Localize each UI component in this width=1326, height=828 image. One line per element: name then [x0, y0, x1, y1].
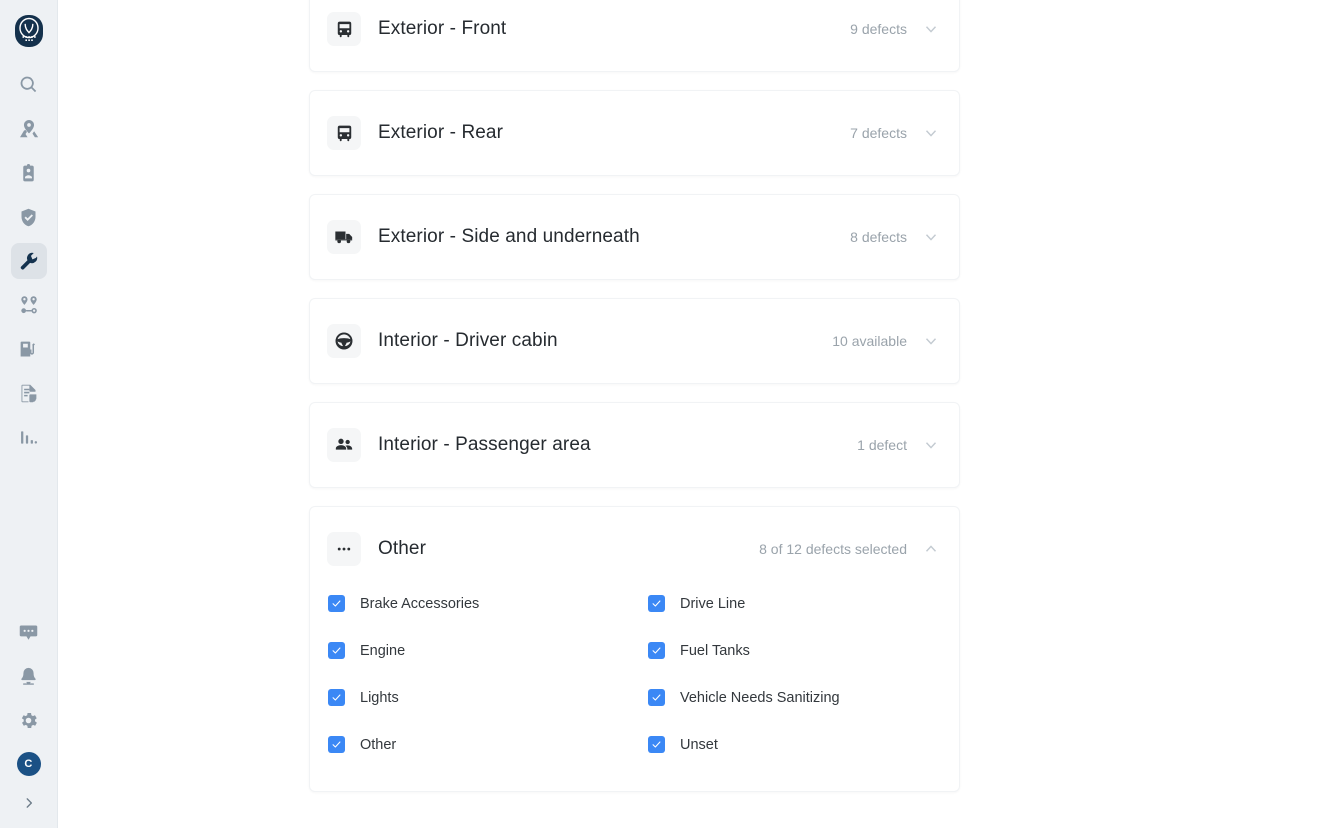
chevron-right-icon: [22, 796, 36, 815]
defect-card-title: Interior - Driver cabin: [378, 330, 558, 351]
defect-option-other[interactable]: Other: [328, 732, 648, 757]
defect-option-label: Lights: [360, 689, 399, 706]
defect-category-list: Exterior - Front 9 defects Exterior - Re…: [309, 0, 960, 792]
people-icon: [327, 428, 361, 462]
document-icon: [18, 383, 39, 404]
defect-card-other: Other 8 of 12 defects selected Brake Acc…: [309, 506, 960, 792]
defect-card-interior-driver-cabin: Interior - Driver cabin 10 available: [309, 298, 960, 384]
defect-option-label: Drive Line: [680, 595, 746, 612]
chevron-down-icon[interactable]: [921, 19, 941, 39]
sidebar-item-documents[interactable]: [11, 375, 47, 411]
defect-card-meta: 7 defects: [850, 125, 907, 141]
defect-card-header[interactable]: Interior - Passenger area 1 defect: [310, 403, 959, 487]
defect-card-title: Other: [378, 538, 427, 559]
bus-front-icon: [327, 116, 361, 150]
truck-side-icon: [327, 220, 361, 254]
sidebar-item-map[interactable]: [11, 111, 47, 147]
sidebar-item-settings[interactable]: [11, 702, 47, 738]
defect-card-header[interactable]: Exterior - Front 9 defects: [310, 0, 959, 71]
defect-card-meta: 1 defect: [857, 437, 907, 453]
bell-icon: [18, 666, 39, 687]
map-pin-icon: [18, 118, 40, 140]
bus-front-icon: [327, 12, 361, 46]
wrench-icon: [18, 251, 39, 272]
defect-card-title: Exterior - Side and underneath: [378, 226, 640, 247]
sidebar-item-reports[interactable]: [11, 419, 47, 455]
defect-card-meta: 9 defects: [850, 21, 907, 37]
defect-card-title: Exterior - Front: [378, 18, 507, 39]
defect-card-header[interactable]: Exterior - Side and underneath 8 defects: [310, 195, 959, 279]
defect-option-label: Unset: [680, 736, 718, 753]
chevron-down-icon[interactable]: [921, 435, 941, 455]
defect-option-label: Engine: [360, 642, 406, 659]
sidebar-item-fuel[interactable]: [11, 331, 47, 367]
defect-option-label: Fuel Tanks: [680, 642, 750, 659]
shield-icon: [18, 207, 39, 228]
defect-option-lights[interactable]: Lights: [328, 685, 648, 710]
defect-card-meta: 8 defects: [850, 229, 907, 245]
defect-option-fuel-tanks[interactable]: Fuel Tanks: [648, 638, 941, 663]
route-icon: [18, 294, 40, 316]
sidebar-item-maintenance[interactable]: [10, 243, 47, 279]
app-logo[interactable]: [14, 14, 44, 48]
checkbox-checked-icon[interactable]: [328, 595, 345, 612]
defect-card-title: Exterior - Rear: [378, 122, 504, 143]
checkbox-checked-icon[interactable]: [648, 642, 665, 659]
defect-card-header[interactable]: Interior - Driver cabin 10 available: [310, 299, 959, 383]
defect-option-brake-accessories[interactable]: Brake Accessories: [328, 591, 648, 616]
chevron-down-icon[interactable]: [921, 331, 941, 351]
defect-card-title: Interior - Passenger area: [378, 434, 591, 455]
id-badge-icon: [18, 163, 39, 184]
avatar: C: [16, 752, 41, 776]
sidebar-item-drivers[interactable]: [11, 155, 47, 191]
ellipsis-icon: [327, 532, 361, 566]
defect-card-meta: 10 available: [832, 333, 907, 349]
sidebar-item-search[interactable]: [11, 66, 47, 102]
defect-option-drive-line[interactable]: Drive Line: [648, 591, 941, 616]
sidebar-nav-top: [10, 66, 47, 463]
sidebar-item-messages[interactable]: [11, 614, 47, 650]
user-avatar-button[interactable]: C: [11, 746, 47, 782]
sidebar-item-safety[interactable]: [11, 199, 47, 235]
sidebar-nav-bottom: C: [0, 614, 57, 820]
search-icon: [18, 74, 39, 95]
chevron-up-icon[interactable]: [921, 539, 941, 559]
steering-wheel-icon: [327, 324, 361, 358]
main-content: Exterior - Front 9 defects Exterior - Re…: [58, 0, 1326, 828]
chevron-down-icon[interactable]: [921, 227, 941, 247]
sidebar-expand-button[interactable]: [11, 790, 47, 820]
defect-card-exterior-rear: Exterior - Rear 7 defects: [309, 90, 960, 176]
defect-option-label: Vehicle Needs Sanitizing: [680, 689, 840, 706]
checkbox-checked-icon[interactable]: [648, 689, 665, 706]
defect-card-header[interactable]: Exterior - Rear 7 defects: [310, 91, 959, 175]
defect-card-interior-passenger-area: Interior - Passenger area 1 defect: [309, 402, 960, 488]
defect-card-meta: 8 of 12 defects selected: [759, 541, 907, 557]
chat-icon: [18, 622, 39, 643]
checkbox-checked-icon[interactable]: [328, 689, 345, 706]
defect-option-unset[interactable]: Unset: [648, 732, 941, 757]
checkbox-checked-icon[interactable]: [328, 736, 345, 753]
defect-options-panel: Brake Accessories Drive Line Engine Fuel…: [310, 591, 959, 791]
defect-option-label: Other: [360, 736, 397, 753]
checkbox-checked-icon[interactable]: [328, 642, 345, 659]
sidebar-item-routes[interactable]: [11, 287, 47, 323]
defect-card-exterior-front: Exterior - Front 9 defects: [309, 0, 960, 72]
checkbox-checked-icon[interactable]: [648, 595, 665, 612]
defect-options-grid: Brake Accessories Drive Line Engine Fuel…: [328, 591, 941, 757]
gear-icon: [18, 710, 39, 731]
fuel-pump-icon: [18, 339, 39, 360]
defect-option-engine[interactable]: Engine: [328, 638, 648, 663]
sidebar-item-notifications[interactable]: [11, 658, 47, 694]
sidebar: C: [0, 0, 58, 828]
chevron-down-icon[interactable]: [921, 123, 941, 143]
checkbox-checked-icon[interactable]: [648, 736, 665, 753]
defect-card-exterior-side-underneath: Exterior - Side and underneath 8 defects: [309, 194, 960, 280]
bar-chart-icon: [18, 427, 39, 448]
defect-option-label: Brake Accessories: [360, 595, 480, 612]
defect-option-vehicle-needs-sanitizing[interactable]: Vehicle Needs Sanitizing: [648, 685, 941, 710]
defect-card-header[interactable]: Other 8 of 12 defects selected: [310, 507, 959, 591]
